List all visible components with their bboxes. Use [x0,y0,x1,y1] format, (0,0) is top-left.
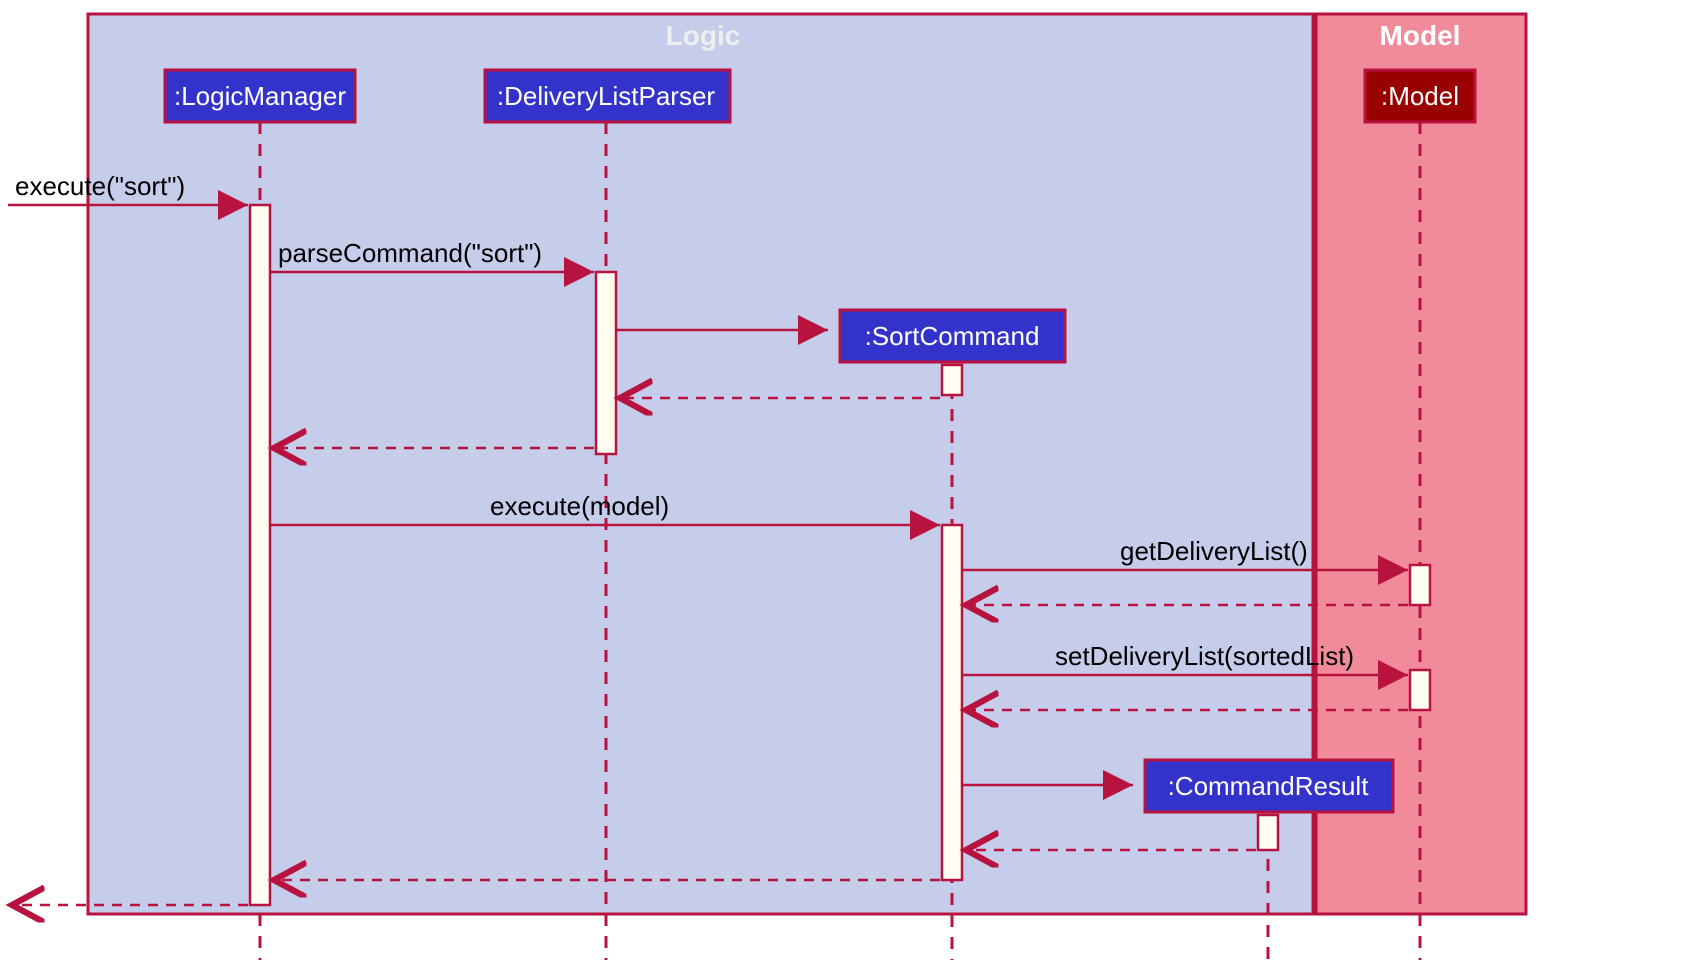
msg-set-delivery-list-text: setDeliveryList(sortedList) [1055,641,1354,671]
msg-get-delivery-list-text: getDeliveryList() [1120,536,1308,566]
participant-delivery-list-parser-label: :DeliveryListParser [497,81,716,111]
activation-command-result [1258,815,1278,850]
frame-model-title: Model [1380,20,1461,51]
activation-sort-command-create [942,365,962,395]
activation-delivery-list-parser [596,272,616,454]
msg-parse-command-text: parseCommand("sort") [278,238,542,268]
msg-execute-sort-text: execute("sort") [15,171,185,201]
activation-model-get [1410,565,1430,605]
activation-logic-manager [250,205,270,905]
participant-model-label: :Model [1381,81,1459,111]
participant-sort-command-label: :SortCommand [865,321,1040,351]
activation-sort-command-exec [942,525,962,880]
frame-logic [88,14,1313,914]
sequence-diagram: Logic Model :LogicManager :DeliveryListP… [0,0,1699,968]
frame-logic-title: Logic [666,20,741,51]
activation-model-set [1410,670,1430,710]
msg-execute-model-text: execute(model) [490,491,669,521]
participant-command-result-label: :CommandResult [1168,771,1370,801]
participant-logic-manager-label: :LogicManager [174,81,346,111]
